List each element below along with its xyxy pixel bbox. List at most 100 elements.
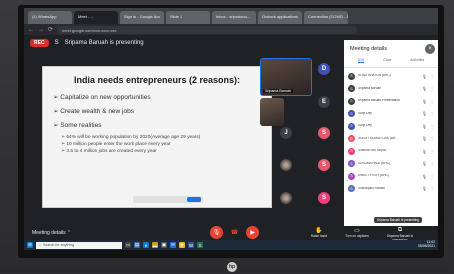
camera-off-button[interactable]: ▶ — [246, 226, 259, 239]
participant-photo-avatar[interactable] — [280, 192, 292, 204]
participant-row[interactable]: S Surjit Dey 🎙 ⋮ — [348, 108, 434, 121]
browser-tab[interactable]: Inbox - sripobanu... — [212, 11, 256, 24]
edge-icon[interactable]: e — [143, 242, 149, 248]
folder-icon[interactable]: ▬ — [152, 242, 158, 248]
stop-sharing-button[interactable] — [187, 197, 201, 202]
browser-tab[interactable]: Connection [COVID - 19] — [304, 11, 348, 24]
participant-avatar[interactable]: S — [318, 192, 330, 204]
meeting-details-panel: Meeting details × (14) Chat Activities S… — [344, 40, 438, 228]
mail-icon[interactable]: ✉ — [170, 242, 176, 248]
back-icon[interactable]: ← — [28, 27, 34, 33]
close-icon[interactable]: × — [425, 44, 435, 54]
address-bar-row: ← → ⟳ meet.google.com/xxx-xxxx-xxx — [24, 24, 438, 35]
tab-chat[interactable]: Chat — [383, 58, 391, 63]
more-options-icon[interactable]: ⋮ — [430, 186, 434, 191]
more-options-icon[interactable]: ⋮ — [430, 86, 434, 91]
search-placeholder: Search for anything — [43, 243, 75, 247]
browser-tab[interactable]: Sign in - Google Acc — [120, 11, 164, 24]
participant-row[interactable]: S SURJIT KUMAR DAS (BH... 🎙 ⋮ — [348, 133, 434, 146]
camera-off-icon: ▶ — [250, 230, 255, 236]
forward-icon[interactable]: → — [38, 27, 44, 33]
mic-icon[interactable]: 🎙 — [422, 99, 427, 104]
mic-icon[interactable]: 🎙 — [422, 186, 427, 191]
more-options-icon[interactable]: ⋮ — [430, 99, 434, 104]
captions-icon: ▭ — [354, 228, 360, 234]
more-options-icon[interactable]: ⋮ — [430, 74, 434, 79]
store-icon[interactable]: ▣ — [161, 242, 167, 248]
slide-sub-bullet: ➢ 3.5 to 4 million jobs are created ever… — [61, 149, 157, 154]
mic-icon[interactable]: 🎙 — [422, 136, 427, 141]
presenting-text: Sripama Baruah is presenting — [64, 40, 144, 46]
taskbar-clock[interactable]: 11:02 05/05/2021 — [418, 241, 435, 248]
mic-icon[interactable]: 🎙 — [422, 161, 427, 166]
panel-title: Meeting details — [350, 46, 387, 52]
raise-hand-button[interactable]: ✋ Raise hand — [304, 227, 334, 238]
participant-name: Surjit Dey — [358, 111, 372, 115]
meeting-details-button[interactable]: Meeting details ⌃ — [32, 230, 71, 236]
mic-icon[interactable]: 🎙 — [422, 74, 427, 79]
participant-avatar[interactable]: E — [318, 96, 330, 108]
participant-row[interactable]: S SONU KHATUN (BHC) 🎙 ⋮ — [348, 70, 434, 83]
tab-people[interactable]: (14) — [357, 58, 365, 63]
more-options-icon[interactable]: ⋮ — [430, 174, 434, 179]
panel-tabs: (14) Chat Activities — [344, 56, 438, 68]
participant-avatar[interactable]: S — [318, 159, 330, 171]
presenting-tooltip: Sripama Baruah is presenting — [374, 217, 422, 223]
taskbar-search[interactable]: ⌕ Search for anything — [36, 241, 122, 249]
excel-icon[interactable]: X — [197, 242, 203, 248]
slide-bullet: ➢ Some realities — [53, 122, 102, 129]
participant-row[interactable]: S SWEETY ROY (BHC) 🎙 ⋮ — [348, 170, 434, 183]
mic-icon[interactable]: 🎙 — [422, 111, 427, 116]
meet-bottom-bar: Meeting details ⌃ 🎙 ☎ ▶ ✋ Raise hand ▭ T… — [24, 226, 438, 242]
browser-tab-active[interactable]: Meet - ... — [74, 11, 118, 24]
participant-photo-avatar[interactable] — [280, 159, 292, 171]
hang-up-button[interactable]: ☎ — [228, 226, 241, 239]
mic-icon[interactable]: 🎙 — [422, 124, 427, 129]
participant-avatar[interactable]: D — [318, 63, 330, 75]
more-options-icon[interactable]: ⋮ — [430, 111, 434, 116]
windows-start-icon[interactable]: ⊞ — [27, 242, 33, 248]
more-options-icon[interactable]: ⋮ — [430, 149, 434, 154]
participant-row[interactable]: S SUSUMA PAUL (BHC) 🎙 ⋮ — [348, 158, 434, 171]
self-video-tile[interactable]: Sripama Baruah — [260, 58, 312, 96]
reload-icon[interactable]: ⟳ — [48, 26, 53, 33]
participant-avatar[interactable]: J — [280, 127, 292, 139]
participant-avatar: S — [348, 160, 355, 168]
url-field[interactable]: meet.google.com/xxx-xxxx-xxx — [57, 25, 358, 34]
participant-row[interactable]: S Sripama Baruah Presentation 🎙 ⋮ — [348, 95, 434, 108]
participant-name: SWEETY ROY (BHC) — [358, 174, 389, 178]
more-options-icon[interactable]: ⋮ — [430, 124, 434, 129]
participant-avatar[interactable]: S — [318, 127, 330, 139]
mic-icon[interactable]: 🎙 — [422, 149, 427, 154]
captions-button[interactable]: ▭ Turn on captions — [342, 227, 372, 238]
participant-row[interactable]: S Sukhdipaul Raman 🎙 ⋮ — [348, 183, 434, 196]
self-video-label: Sripama Baruah — [263, 89, 293, 93]
browser-tab[interactable]: (1) WhatsApp — [28, 11, 72, 24]
browser-tab-strip: (1) WhatsApp Meet - ... Sign in - Google… — [24, 8, 438, 24]
hang-up-icon: ☎ — [230, 230, 239, 236]
more-options-icon[interactable]: ⋮ — [430, 136, 434, 141]
more-options-icon[interactable]: ⋮ — [430, 161, 434, 166]
participant-name: SUSUMA PAUL (BHC) — [358, 161, 391, 165]
participant-name: Sripama Baruah Presentation — [358, 99, 400, 103]
slide-sub-bullet: ➢ 10 million people enter the work place… — [61, 142, 171, 147]
participant-video-tile[interactable] — [260, 98, 284, 126]
chrome-icon[interactable]: ◉ — [179, 242, 185, 248]
meeting-details-label: Meeting details — [32, 230, 66, 236]
participant-avatar: S — [348, 135, 355, 143]
mic-icon[interactable]: 🎙 — [422, 86, 427, 91]
slide-bullet-text: Create wealth & new jobs — [60, 108, 134, 115]
browser-tab[interactable]: Outlook applications — [258, 11, 302, 24]
participant-avatar: S — [348, 72, 355, 80]
participant-row[interactable]: S Surjit Dey 🎙 ⋮ — [348, 120, 434, 133]
participant-row[interactable]: S Sripama Baruah 🎙 ⋮ — [348, 83, 434, 96]
participant-row[interactable]: S Susmita Sen Gupta 🎙 ⋮ — [348, 145, 434, 158]
browser-tab[interactable]: Slide 1 — [166, 11, 210, 24]
word-icon[interactable]: W — [188, 242, 194, 248]
tab-activities[interactable]: Activities — [410, 58, 424, 63]
mic-icon[interactable]: 🎙 — [422, 174, 427, 179]
task-view-icon[interactable]: ▭ — [125, 242, 131, 248]
mic-off-button[interactable]: 🎙 — [210, 226, 223, 239]
slide-sub-bullet-text: 10 million people enter the work place e… — [66, 142, 171, 147]
file-explorer-icon[interactable]: ▤ — [134, 242, 140, 248]
